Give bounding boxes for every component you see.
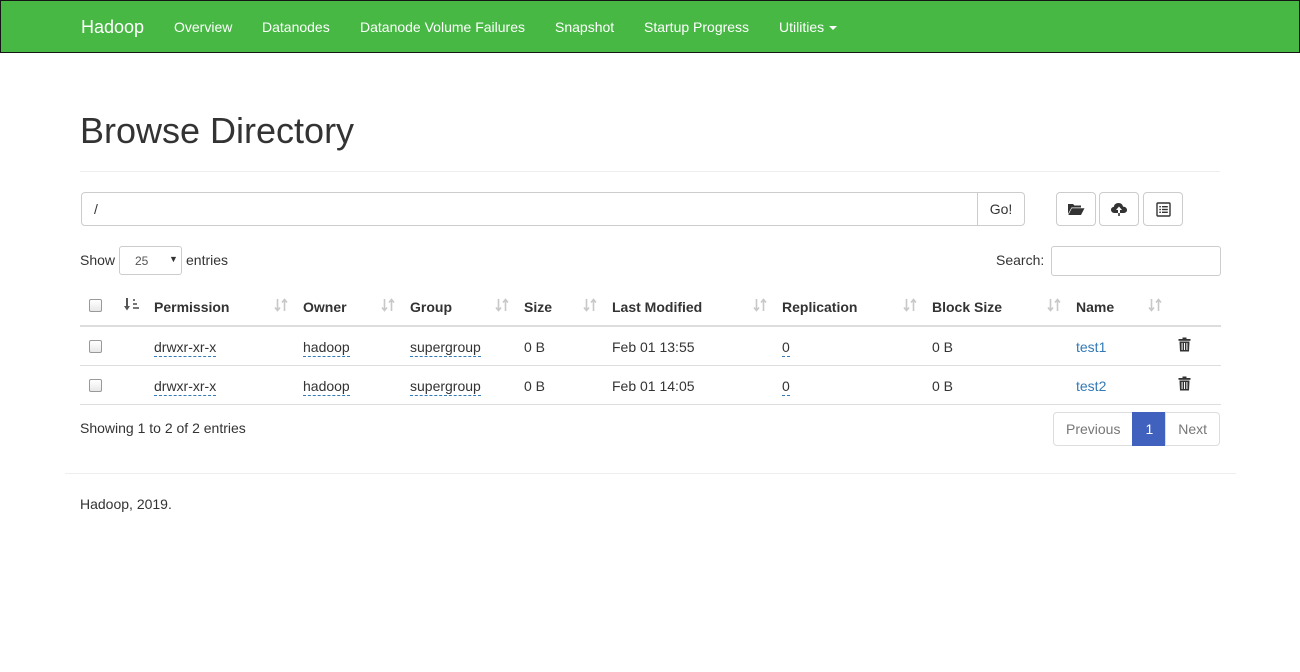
group-cell[interactable]: supergroup [410,378,481,396]
nav-utilities-label: Utilities [779,19,825,35]
row-checkbox[interactable] [89,379,102,392]
sort-both-icon[interactable] [381,298,395,312]
footer-text: Hadoop, 2019. [80,496,172,512]
sort-both-icon[interactable] [583,298,597,312]
navbar-brand[interactable]: Hadoop [81,17,144,38]
page-length-value: 25 [135,254,149,268]
page-title: Browse Directory [80,110,355,151]
sort-both-icon[interactable] [753,298,767,312]
show-label: Show [80,252,116,268]
nav-utilities-dropdown[interactable]: Utilities [779,19,838,35]
permission-cell[interactable]: drwxr-xr-x [154,378,217,396]
size-cell: 0 B [524,378,546,394]
sort-both-icon[interactable] [274,298,288,312]
sort-both-icon[interactable] [1047,298,1061,312]
sort-both-icon[interactable] [495,298,509,312]
nav-snapshot[interactable]: Snapshot [555,19,614,35]
file-table: Permission Owner Group Size Last Modifie… [80,287,1221,405]
nav-datanode-volume-failures[interactable]: Datanode Volume Failures [360,19,525,35]
block-size-cell: 0 B [932,378,954,394]
owner-cell[interactable]: hadoop [303,339,350,357]
select-all-checkbox[interactable] [89,299,102,312]
permission-cell[interactable]: drwxr-xr-x [154,339,217,357]
size-cell: 0 B [524,339,546,355]
name-link[interactable]: test1 [1076,339,1106,355]
upload-file-button[interactable] [1099,192,1139,226]
block-size-cell: 0 B [932,339,954,355]
last-modified-cell: Feb 01 13:55 [612,339,695,355]
group-cell[interactable]: supergroup [410,339,481,357]
page-1-button[interactable]: 1 [1132,412,1167,446]
last-modified-cell: Feb 01 14:05 [612,378,695,394]
cut-paste-button[interactable] [1143,192,1183,226]
column-header-permission[interactable]: Permission [154,299,229,315]
sort-both-icon[interactable] [903,298,917,312]
directory-path-input[interactable] [81,192,978,226]
next-page-button[interactable]: Next [1165,412,1221,446]
search-input[interactable] [1051,246,1221,276]
previous-page-button[interactable]: Previous [1053,412,1134,446]
table-row: drwxr-xr-x hadoop supergroup 0 B Feb 01 … [80,366,1221,405]
caret-down-icon [829,26,838,31]
replication-cell[interactable]: 0 [782,378,790,396]
nav-datanodes[interactable]: Datanodes [262,19,330,35]
table-row: drwxr-xr-x hadoop supergroup 0 B Feb 01 … [80,327,1221,366]
column-header-owner[interactable]: Owner [303,299,347,315]
title-divider [80,171,1220,172]
cloud-upload-icon [1111,203,1127,216]
footer-divider [65,473,1236,474]
folder-open-icon [1068,204,1085,215]
column-header-group[interactable]: Group [410,299,452,315]
name-link[interactable]: test2 [1076,378,1106,394]
column-header-size[interactable]: Size [524,299,552,315]
nav-overview[interactable]: Overview [174,19,232,35]
owner-cell[interactable]: hadoop [303,378,350,396]
trash-icon[interactable] [1178,376,1191,391]
create-directory-button[interactable] [1056,192,1096,226]
select-arrow-icon: ▼ [169,254,178,264]
pagination: Previous 1 Next [1053,412,1221,446]
column-header-last-modified[interactable]: Last Modified [612,299,702,315]
sort-both-icon[interactable] [1148,298,1162,312]
trash-icon[interactable] [1178,337,1191,352]
sort-ascending-icon[interactable] [124,297,140,312]
table-info: Showing 1 to 2 of 2 entries [80,420,246,436]
navbar: Hadoop Overview Datanodes Datanode Volum… [0,0,1300,53]
list-alt-icon [1155,201,1171,217]
nav-startup-progress[interactable]: Startup Progress [644,19,749,35]
search-label: Search: [996,252,1045,268]
row-checkbox[interactable] [89,340,102,353]
go-button[interactable]: Go! [977,192,1025,226]
entries-label: entries [186,252,229,268]
column-header-name[interactable]: Name [1076,299,1114,315]
column-header-block-size[interactable]: Block Size [932,299,1002,315]
column-header-replication[interactable]: Replication [782,299,857,315]
table-header: Permission Owner Group Size Last Modifie… [80,287,1221,327]
replication-cell[interactable]: 0 [782,339,790,357]
